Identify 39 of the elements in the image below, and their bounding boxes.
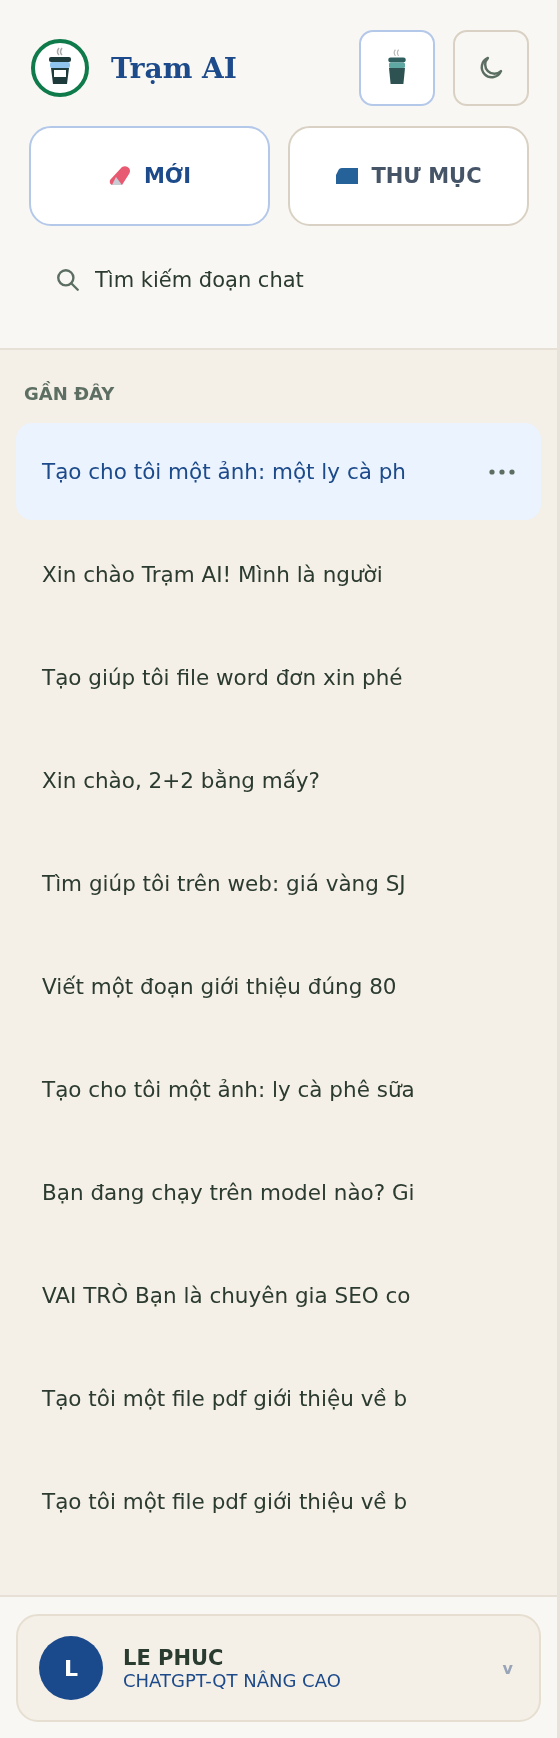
theme-button[interactable] bbox=[453, 30, 529, 106]
chat-item[interactable]: VAI TRÒ Bạn là chuyên gia SEO co bbox=[16, 1247, 541, 1344]
chat-item[interactable]: Xin chào Trạm AI! Mình là người bbox=[16, 526, 541, 623]
user-name: LE PHUC bbox=[123, 1645, 225, 1670]
folder-icon bbox=[335, 167, 360, 185]
account-button[interactable]: L LE PHUC CHATGPT-QT NÂNG CAO v bbox=[16, 1614, 541, 1722]
chat-item[interactable]: Tìm giúp tôi trên web: giá vàng SJ bbox=[16, 835, 541, 932]
section-heading: GẦN ĐÂY bbox=[24, 383, 116, 406]
chat-item[interactable]: Tạo tôi một file pdf giới thiệu về b bbox=[16, 1453, 541, 1550]
chevron: v bbox=[502, 1658, 513, 1678]
chat-item[interactable]: Tạo cho tôi một ảnh: một ly cà ph bbox=[16, 423, 541, 520]
more-icon[interactable] bbox=[489, 468, 515, 475]
logo-icon bbox=[30, 38, 90, 98]
app-title: Trạm AI bbox=[111, 51, 237, 85]
chat-item[interactable]: Tạo tôi một file pdf giới thiệu về b bbox=[16, 1350, 541, 1447]
eraser-icon bbox=[107, 164, 132, 188]
search-icon bbox=[55, 267, 81, 293]
chat-title: Tìm giúp tôi trên web: giá vàng SJ bbox=[42, 871, 407, 896]
folder-button[interactable]: THƯ MỤC bbox=[288, 126, 529, 226]
chat-item[interactable]: Bạn đang chạy trên model nào? Gi bbox=[16, 1144, 541, 1241]
chat-title: Tạo giúp tôi file word đơn xin phé bbox=[42, 665, 404, 690]
plan-label: CHATGPT-QT NÂNG CAO bbox=[123, 1669, 341, 1691]
chat-item[interactable]: Xin chào, 2+2 bằng mấy? bbox=[16, 732, 541, 829]
chat-title: Xin chào Trạm AI! Mình là người bbox=[42, 562, 384, 587]
chat-title: Bạn đang chạy trên model nào? Gi bbox=[42, 1180, 416, 1205]
mascot-button[interactable] bbox=[359, 30, 435, 106]
new-chat-button[interactable]: MỚI bbox=[29, 126, 270, 226]
chat-title: Tạo cho tôi một ảnh: ly cà phê sữa bbox=[42, 1077, 416, 1102]
chat-item[interactable]: Tạo cho tôi một ảnh: ly cà phê sữa bbox=[16, 1041, 541, 1138]
chat-title: Tạo cho tôi một ảnh: một ly cà ph bbox=[42, 459, 407, 484]
search-field[interactable]: Tìm kiếm đoạn chat bbox=[95, 268, 475, 292]
chat-title: Xin chào, 2+2 bằng mấy? bbox=[42, 768, 321, 793]
chat-title: Tạo tôi một file pdf giới thiệu về b bbox=[42, 1386, 409, 1411]
chat-item[interactable]: Tạo giúp tôi file word đơn xin phé bbox=[16, 629, 541, 726]
avatar: L bbox=[39, 1636, 103, 1700]
chat-title: Tạo tôi một file pdf giới thiệu về b bbox=[42, 1489, 409, 1514]
chat-title: VAI TRÒ Bạn là chuyên gia SEO co bbox=[42, 1283, 412, 1308]
chat-item[interactable]: Viết một đoạn giới thiệu đúng 80 bbox=[16, 938, 541, 1035]
chat-title: Viết một đoạn giới thiệu đúng 80 bbox=[42, 974, 398, 999]
